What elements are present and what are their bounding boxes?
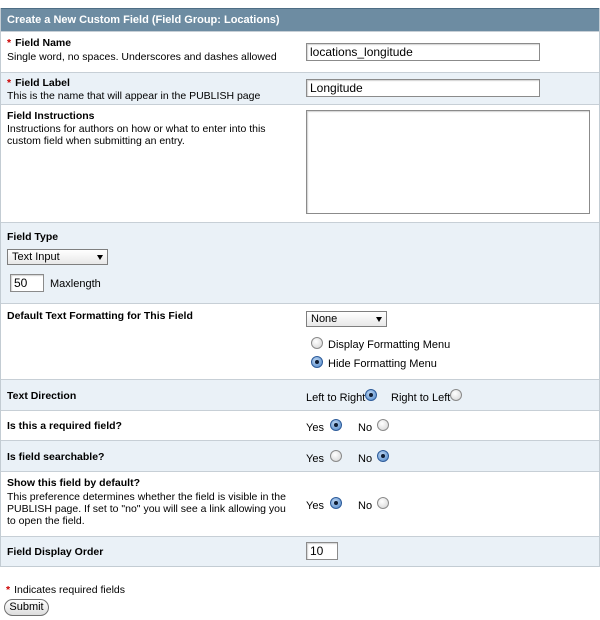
- display-order-label: Field Display Order: [7, 546, 104, 558]
- field-type-selected: Text Input: [12, 251, 60, 263]
- row-field-type: Field Type Text Input 50 Maxlength: [1, 222, 599, 303]
- row-field-instructions: Field Instructions Instructions for auth…: [1, 104, 599, 222]
- searchable-yes-radio[interactable]: [330, 450, 342, 462]
- field-label-label: Field Label: [15, 77, 70, 89]
- searchable-label: Is field searchable?: [7, 451, 105, 463]
- required-marker: *: [7, 77, 12, 89]
- hide-formatting-label: Hide Formatting Menu: [328, 358, 437, 370]
- required-marker: *: [6, 584, 11, 596]
- maxlength-label: Maxlength: [50, 278, 101, 290]
- hide-formatting-radio[interactable]: [311, 356, 323, 368]
- required-note-text: Indicates required fields: [14, 584, 125, 596]
- required-yes-label: Yes: [306, 422, 324, 434]
- row-show-default: Show this field by default? This prefere…: [1, 471, 599, 536]
- custom-field-form: Create a New Custom Field (Field Group: …: [0, 8, 600, 567]
- row-formatting: Default Text Formatting for This Field N…: [1, 303, 599, 379]
- required-marker: *: [7, 37, 12, 49]
- show-default-label: Show this field by default?: [7, 477, 141, 489]
- required-yes-radio[interactable]: [330, 419, 342, 431]
- show-default-no-radio[interactable]: [377, 497, 389, 509]
- row-field-label: * Field Label This is the name that will …: [1, 72, 599, 104]
- field-label-label-wrap: * Field Label: [7, 77, 70, 89]
- display-order-input[interactable]: 10: [306, 542, 338, 560]
- instructions-textarea[interactable]: [306, 110, 590, 214]
- searchable-no-label: No: [358, 453, 373, 465]
- show-default-desc: This preference determines whether the f…: [7, 491, 286, 527]
- rtl-label: Right to Left: [391, 392, 451, 404]
- display-formatting-label: Display Formatting Menu: [328, 339, 451, 351]
- submit-button[interactable]: Submit: [4, 599, 49, 616]
- field-type-select[interactable]: Text Input: [7, 249, 108, 265]
- field-label-desc: This is the name that will appear in the…: [7, 90, 261, 102]
- instructions-desc: Instructions for authors on how or what …: [7, 123, 266, 147]
- field-name-input[interactable]: locations_longitude: [306, 43, 540, 61]
- field-name-desc: Single word, no spaces. Underscores and …: [7, 51, 277, 63]
- row-display-order: Field Display Order 10: [1, 536, 599, 566]
- ltr-label: Left to Right: [306, 392, 366, 404]
- instructions-label: Field Instructions: [7, 110, 95, 122]
- required-label: Is this a required field?: [7, 420, 122, 432]
- chevron-down-icon: [97, 255, 103, 260]
- formatting-label: Default Text Formatting for This Field: [7, 310, 193, 322]
- row-field-name: * Field Name Single word, no spaces. Unde…: [1, 31, 599, 72]
- searchable-yes-label: Yes: [306, 453, 324, 465]
- required-note: * Indicates required fields: [6, 584, 125, 596]
- field-name-label: Field Name: [15, 37, 72, 49]
- field-type-label: Field Type: [7, 231, 59, 243]
- formatting-select[interactable]: None: [306, 311, 387, 327]
- field-label-input[interactable]: Longitude: [306, 79, 540, 97]
- form-header: Create a New Custom Field (Field Group: …: [1, 8, 599, 31]
- row-text-direction: Text Direction Left to Right Right to Le…: [1, 379, 599, 410]
- required-no-label: No: [358, 422, 373, 434]
- ltr-radio[interactable]: [365, 389, 377, 401]
- formatting-selected: None: [311, 313, 338, 325]
- chevron-down-icon: [376, 317, 382, 322]
- required-no-radio[interactable]: [377, 419, 389, 431]
- show-default-no-label: No: [358, 500, 373, 512]
- maxlength-input[interactable]: 50: [10, 274, 44, 292]
- row-searchable: Is field searchable? Yes No: [1, 440, 599, 471]
- searchable-no-radio[interactable]: [377, 450, 389, 462]
- rtl-radio[interactable]: [450, 389, 462, 401]
- text-direction-label: Text Direction: [7, 390, 77, 402]
- field-name-label-wrap: * Field Name: [7, 37, 71, 49]
- display-formatting-radio[interactable]: [311, 337, 323, 349]
- row-required: Is this a required field? Yes No: [1, 410, 599, 440]
- show-default-yes-radio[interactable]: [330, 497, 342, 509]
- show-default-yes-label: Yes: [306, 500, 324, 512]
